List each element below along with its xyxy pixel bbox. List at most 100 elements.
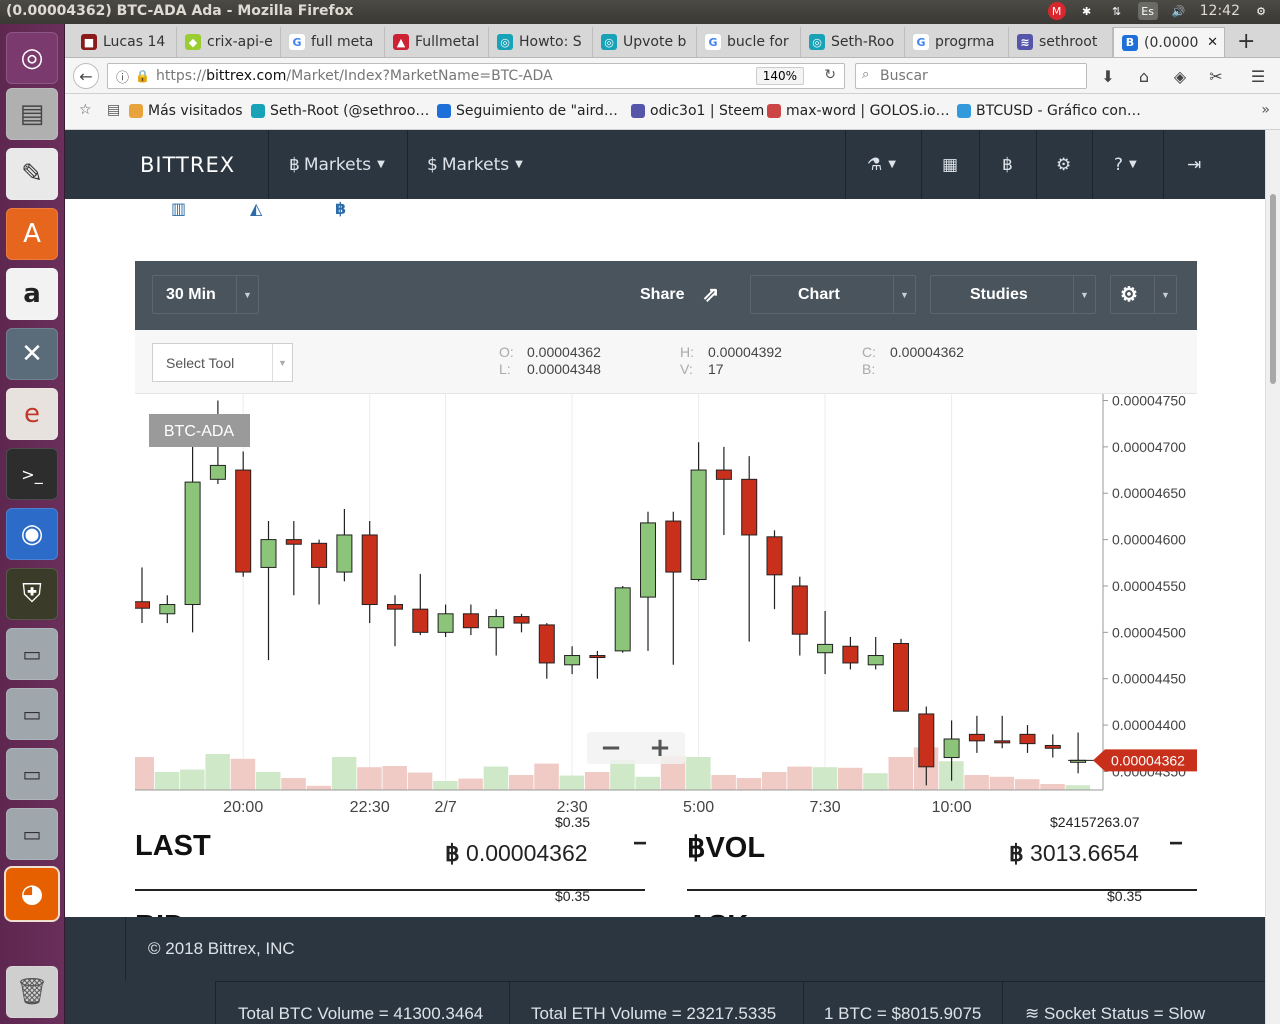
candle-body[interactable] xyxy=(867,655,884,666)
network-icon[interactable]: ⇅ xyxy=(1108,2,1126,20)
drive-icon-2[interactable]: ▭ xyxy=(6,688,58,740)
terminal-icon[interactable]: >_ xyxy=(6,448,58,500)
collapse-bvol-icon[interactable]: − xyxy=(1169,830,1183,858)
share-button[interactable]: Share ⇗ xyxy=(612,275,744,314)
drive-icon-1[interactable]: ▭ xyxy=(6,628,58,680)
new-tab-icon[interactable]: + xyxy=(1237,29,1255,54)
volume-icon[interactable]: 🔊 xyxy=(1170,2,1188,20)
text-editor-icon[interactable]: ✎ xyxy=(6,148,58,200)
candle-body[interactable] xyxy=(690,469,707,580)
shield-icon[interactable]: ⛨ xyxy=(6,568,58,620)
extension-icon[interactable]: ✂ xyxy=(1203,63,1229,89)
bookmark-item[interactable]: BTCUSD - Gráfico con… xyxy=(957,103,1141,119)
info-icon[interactable]: ⓘ xyxy=(116,67,129,86)
chromium-icon[interactable]: ◉ xyxy=(6,508,58,560)
candle-body[interactable] xyxy=(412,608,429,633)
scrollbar-thumb[interactable] xyxy=(1270,194,1276,384)
firefox-icon[interactable]: ◕ xyxy=(6,868,58,920)
more-bookmarks-chevron-icon[interactable]: » xyxy=(1261,102,1270,118)
chart-svg[interactable]: 0.000043500.000044000.000044500.00004500… xyxy=(129,392,1205,816)
candle-body[interactable] xyxy=(791,585,808,635)
candle-body[interactable] xyxy=(994,740,1011,744)
select-tool-dropdown[interactable]: Select Tool ▼ xyxy=(152,343,293,382)
candle-body[interactable] xyxy=(311,542,328,568)
candle-body[interactable] xyxy=(589,655,606,659)
browser-tab[interactable]: ▲ Fullmetal xyxy=(385,27,489,57)
candle-body[interactable] xyxy=(285,539,302,545)
hamburger-menu-icon[interactable]: ☰ xyxy=(1245,63,1271,89)
candle-body[interactable] xyxy=(640,522,656,598)
reader-icon[interactable]: ▤ xyxy=(107,102,120,118)
url-bar[interactable]: ⓘ 🔒 https://bittrex.com/Market/Index?Mar… xyxy=(107,63,845,89)
browser-tab[interactable]: ◎ Howto: S xyxy=(489,27,593,57)
chart-type-select[interactable]: Chart ▼ xyxy=(750,275,916,314)
usd-markets-menu[interactable]: $ Markets ▼ xyxy=(427,130,523,199)
star-icon[interactable]: ☆ xyxy=(79,102,92,118)
zoom-badge[interactable]: 140% xyxy=(755,67,804,85)
candle-body[interactable] xyxy=(462,613,479,629)
interval-select[interactable]: 30 Min ▼ xyxy=(152,275,259,314)
calendar-icon[interactable]: ▦ xyxy=(942,130,958,199)
candle-body[interactable] xyxy=(741,478,758,536)
candle-body[interactable] xyxy=(159,604,176,615)
candle-body[interactable] xyxy=(943,738,960,759)
candle-body[interactable] xyxy=(1044,744,1061,749)
drive-icon-4[interactable]: ▭ xyxy=(6,808,58,860)
browser-tab[interactable]: B (0.0000 ✕ xyxy=(1113,27,1225,57)
candle-body[interactable] xyxy=(488,616,505,629)
candlestick-chart[interactable]: 0.00004350 0.00004400 0.00004450 0.00004500… xyxy=(129,392,1205,816)
candle-body[interactable] xyxy=(437,613,454,633)
browser-tab[interactable]: Gbucle for xyxy=(697,27,801,57)
area-chart-icon[interactable]: ◭ xyxy=(250,199,262,218)
home-icon[interactable]: ⌂ xyxy=(1131,63,1157,89)
logout-icon[interactable]: ⇥ xyxy=(1187,130,1201,199)
bluetooth-icon[interactable]: ✱ xyxy=(1078,2,1096,20)
software-center-icon[interactable]: A xyxy=(6,208,58,260)
download-icon[interactable]: ⬇ xyxy=(1095,63,1121,89)
candle-body[interactable] xyxy=(842,645,859,664)
candle-body[interactable] xyxy=(893,642,909,712)
settings-gear-icon[interactable]: ⚙ xyxy=(1252,2,1270,20)
search-input[interactable]: ⌕ Buscar xyxy=(855,63,1087,89)
bookmark-item[interactable]: odic3o1 | Steem xyxy=(631,103,764,119)
bookmark-item[interactable]: max-word | GOLOS.io… xyxy=(767,103,950,119)
studies-select[interactable]: Studies ▼ xyxy=(930,275,1096,314)
bar-chart-icon[interactable]: ▥ xyxy=(171,199,186,218)
reload-icon[interactable]: ↻ xyxy=(824,67,836,83)
candle-body[interactable] xyxy=(538,624,555,664)
candle-body[interactable] xyxy=(1019,733,1036,745)
bitcoin-wallet-icon[interactable]: ฿ xyxy=(1002,130,1013,199)
candle-body[interactable] xyxy=(766,536,783,576)
candle-body[interactable] xyxy=(336,534,353,573)
candle-body[interactable] xyxy=(209,464,226,480)
candle-body[interactable] xyxy=(513,616,530,624)
candle-body[interactable] xyxy=(361,534,378,606)
browser-tab[interactable]: ■ Lucas 14 xyxy=(73,27,177,57)
drive-icon-3[interactable]: ▭ xyxy=(6,748,58,800)
candle-body[interactable] xyxy=(184,481,201,606)
bitcoin-depth-icon[interactable]: ฿ xyxy=(335,199,346,218)
candle-body[interactable] xyxy=(387,604,403,610)
ubuntu-dash-icon[interactable]: ◎ xyxy=(6,32,58,84)
page-scrollbar[interactable] xyxy=(1265,130,1280,1024)
bookmark-item[interactable]: Seguimiento de "aird… xyxy=(437,103,618,119)
labs-menu[interactable]: ⚗ ▼ xyxy=(867,130,896,199)
candle-body[interactable] xyxy=(564,655,581,666)
zoom-out-icon[interactable]: − xyxy=(600,733,622,763)
candle-body[interactable] xyxy=(817,643,834,654)
help-menu[interactable]: ? ▼ xyxy=(1114,130,1137,199)
pocket-icon[interactable]: ◈ xyxy=(1167,63,1193,89)
browser-tab[interactable]: ◎ Upvote b xyxy=(593,27,697,57)
amazon-icon[interactable]: a xyxy=(6,268,58,320)
back-arrow-icon[interactable]: ← xyxy=(73,63,99,89)
candle-body[interactable] xyxy=(968,733,985,742)
btc-markets-menu[interactable]: ฿ Markets ▼ xyxy=(289,130,385,199)
candle-body[interactable] xyxy=(134,601,150,609)
zoom-in-icon[interactable]: + xyxy=(649,733,671,763)
keyboard-layout-indicator[interactable]: Es xyxy=(1137,2,1158,20)
chart-settings-select[interactable]: ⚙ ▼ xyxy=(1110,275,1177,314)
candle-body[interactable] xyxy=(260,539,277,568)
candle-body[interactable] xyxy=(715,469,732,480)
candle-body[interactable] xyxy=(235,469,252,573)
candle-body[interactable] xyxy=(665,520,682,573)
